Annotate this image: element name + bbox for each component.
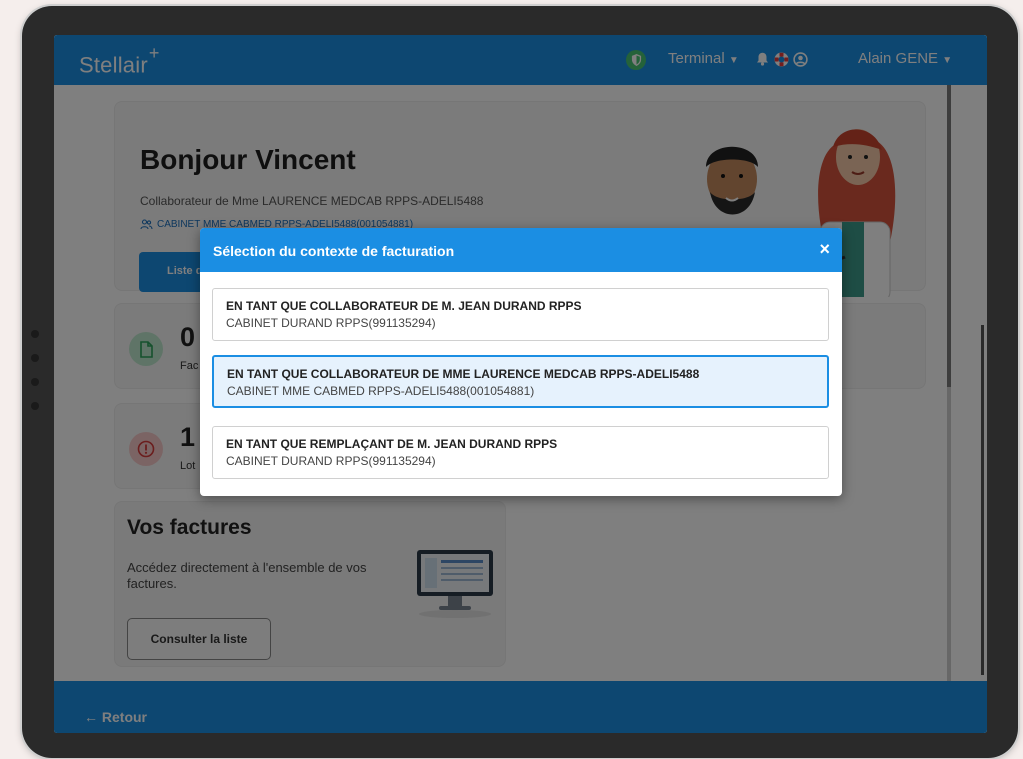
- option-title: EN TANT QUE COLLABORATEUR DE MME LAURENC…: [227, 367, 700, 381]
- context-option-collaborator-durand[interactable]: EN TANT QUE COLLABORATEUR DE M. JEAN DUR…: [212, 288, 829, 341]
- option-cabinet: CABINET DURAND RPPS(991135294): [226, 316, 436, 330]
- billing-context-modal: Sélection du contexte de facturation × E…: [200, 228, 842, 496]
- option-cabinet: CABINET DURAND RPPS(991135294): [226, 454, 436, 468]
- context-option-collaborator-medcab[interactable]: EN TANT QUE COLLABORATEUR DE MME LAURENC…: [212, 355, 829, 408]
- option-title: EN TANT QUE REMPLAÇANT DE M. JEAN DURAND…: [226, 437, 558, 451]
- option-title: EN TANT QUE COLLABORATEUR DE M. JEAN DUR…: [226, 299, 582, 313]
- close-icon[interactable]: ×: [819, 239, 830, 260]
- context-option-replacement-durand[interactable]: EN TANT QUE REMPLAÇANT DE M. JEAN DURAND…: [212, 426, 829, 479]
- modal-title: Sélection du contexte de facturation: [213, 243, 455, 259]
- app-screen: Stellair+ Terminal ▼ Alain GENE ▼ Bonjou…: [54, 35, 987, 733]
- modal-header: Sélection du contexte de facturation ×: [200, 228, 842, 272]
- tablet-side-controls: [31, 330, 41, 426]
- option-cabinet: CABINET MME CABMED RPPS-ADELI5488(001054…: [227, 384, 535, 398]
